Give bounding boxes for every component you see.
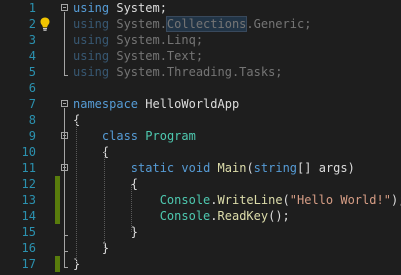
- code-token: System.Threading.Tasks;: [109, 65, 283, 79]
- fold-toggle-using-block[interactable]: [61, 4, 68, 11]
- code-text[interactable]: Console.WriteLine("Hello World!");: [73, 192, 401, 208]
- change-bar-modified: [55, 256, 60, 272]
- code-text[interactable]: using System;: [73, 0, 167, 16]
- fold-end-method: [64, 235, 68, 236]
- code-token: using: [73, 17, 110, 31]
- code-token: .Generic;: [246, 17, 312, 31]
- code-text[interactable]: {: [73, 176, 138, 192]
- code-token: );: [390, 193, 401, 207]
- fold-line-using: [64, 12, 65, 75]
- line-number: 7: [28, 97, 36, 111]
- line-number: 16: [21, 241, 36, 255]
- code-text[interactable]: namespace HelloWorldApp: [73, 96, 239, 112]
- indent-guide-class: [104, 152, 105, 248]
- fold-end-class: [64, 251, 68, 252]
- fold-toggle-class[interactable]: [61, 132, 68, 139]
- code-token: Console: [159, 193, 211, 207]
- code-token: using: [73, 65, 110, 79]
- code-token: void: [181, 161, 211, 175]
- code-line[interactable]: 15 }: [0, 224, 401, 240]
- code-token: Console: [159, 209, 211, 223]
- change-bar-modified: [55, 176, 60, 224]
- code-line[interactable]: 3 using System.Linq;: [0, 32, 401, 48]
- fold-toggle-namespace[interactable]: [61, 100, 68, 107]
- line-number: 3: [28, 33, 36, 47]
- code-text[interactable]: static void Main(string[] args): [73, 160, 355, 176]
- code-token: [] args): [297, 161, 355, 175]
- code-editor[interactable]: 1 using System; 2 using System.Collections.…: [0, 0, 401, 275]
- code-text[interactable]: using System.Collections.Generic;: [73, 16, 311, 32]
- line-number: 5: [28, 65, 36, 79]
- code-token: System.Linq;: [109, 33, 204, 47]
- code-token: Collections: [165, 16, 248, 32]
- line-number: 14: [21, 209, 36, 223]
- code-token: System.Text;: [109, 49, 204, 63]
- code-token: WriteLine: [217, 193, 283, 207]
- code-token: (: [282, 193, 290, 207]
- code-text[interactable]: class Program: [73, 128, 196, 144]
- code-token: using: [73, 1, 110, 15]
- code-line[interactable]: 2 using System.Collections.Generic;: [0, 16, 401, 32]
- code-text[interactable]: using System.Threading.Tasks;: [73, 64, 283, 80]
- code-token: ();: [268, 209, 290, 223]
- line-number: 4: [28, 49, 36, 63]
- line-number: 2: [28, 17, 36, 31]
- code-token: {: [73, 177, 139, 191]
- code-token: .: [210, 193, 218, 207]
- indent-guide-namespace: [76, 120, 77, 264]
- code-token: namespace: [73, 97, 139, 111]
- code-text[interactable]: using System.Text;: [73, 48, 203, 64]
- code-line[interactable]: 14 Console.ReadKey();: [0, 208, 401, 224]
- code-token: class: [101, 129, 139, 143]
- line-number: 11: [21, 161, 36, 175]
- code-token: using: [73, 49, 110, 63]
- code-line[interactable]: 17}: [0, 256, 401, 272]
- line-number: 8: [28, 113, 36, 127]
- indent-guide-method: [131, 184, 132, 232]
- code-line[interactable]: 10 {: [0, 144, 401, 160]
- fold-end-namespace: [64, 267, 68, 268]
- code-token: using: [73, 33, 110, 47]
- code-token: Main: [217, 161, 247, 175]
- line-number: 9: [28, 129, 36, 143]
- fold-toggle-method[interactable]: [61, 164, 68, 171]
- fold-end-using: [64, 75, 68, 76]
- code-line[interactable]: 4 using System.Text;: [0, 48, 401, 64]
- line-number: 1: [28, 1, 36, 15]
- line-number: 13: [21, 193, 36, 207]
- code-token: System.: [109, 17, 167, 31]
- code-token: Program: [145, 129, 196, 143]
- code-line[interactable]: 8{: [0, 112, 401, 128]
- code-token: ReadKey: [217, 209, 269, 223]
- code-token: static: [130, 161, 175, 175]
- line-number: 10: [21, 145, 36, 159]
- code-text[interactable]: }: [73, 224, 138, 240]
- line-number: 12: [21, 177, 36, 191]
- code-line[interactable]: 12 {: [0, 176, 401, 192]
- code-line[interactable]: 5 using System.Threading.Tasks;: [0, 64, 401, 80]
- code-token: }: [73, 225, 139, 239]
- line-number: 6: [28, 81, 36, 95]
- code-line[interactable]: 16 }: [0, 240, 401, 256]
- code-line[interactable]: 13 Console.WriteLine("Hello World!");: [0, 192, 401, 208]
- code-text[interactable]: Console.ReadKey();: [73, 208, 290, 224]
- code-line[interactable]: 6: [0, 80, 401, 96]
- code-token: string: [253, 161, 298, 175]
- code-token: (: [246, 161, 254, 175]
- lightbulb-icon[interactable]: [37, 16, 53, 32]
- code-text[interactable]: using System.Linq;: [73, 32, 203, 48]
- code-token: System;: [109, 1, 167, 15]
- line-number: 15: [21, 225, 36, 239]
- line-number: 17: [21, 257, 36, 271]
- code-token: .: [210, 209, 218, 223]
- code-token: "Hello World!": [289, 193, 391, 207]
- code-token: HelloWorldApp: [138, 97, 240, 111]
